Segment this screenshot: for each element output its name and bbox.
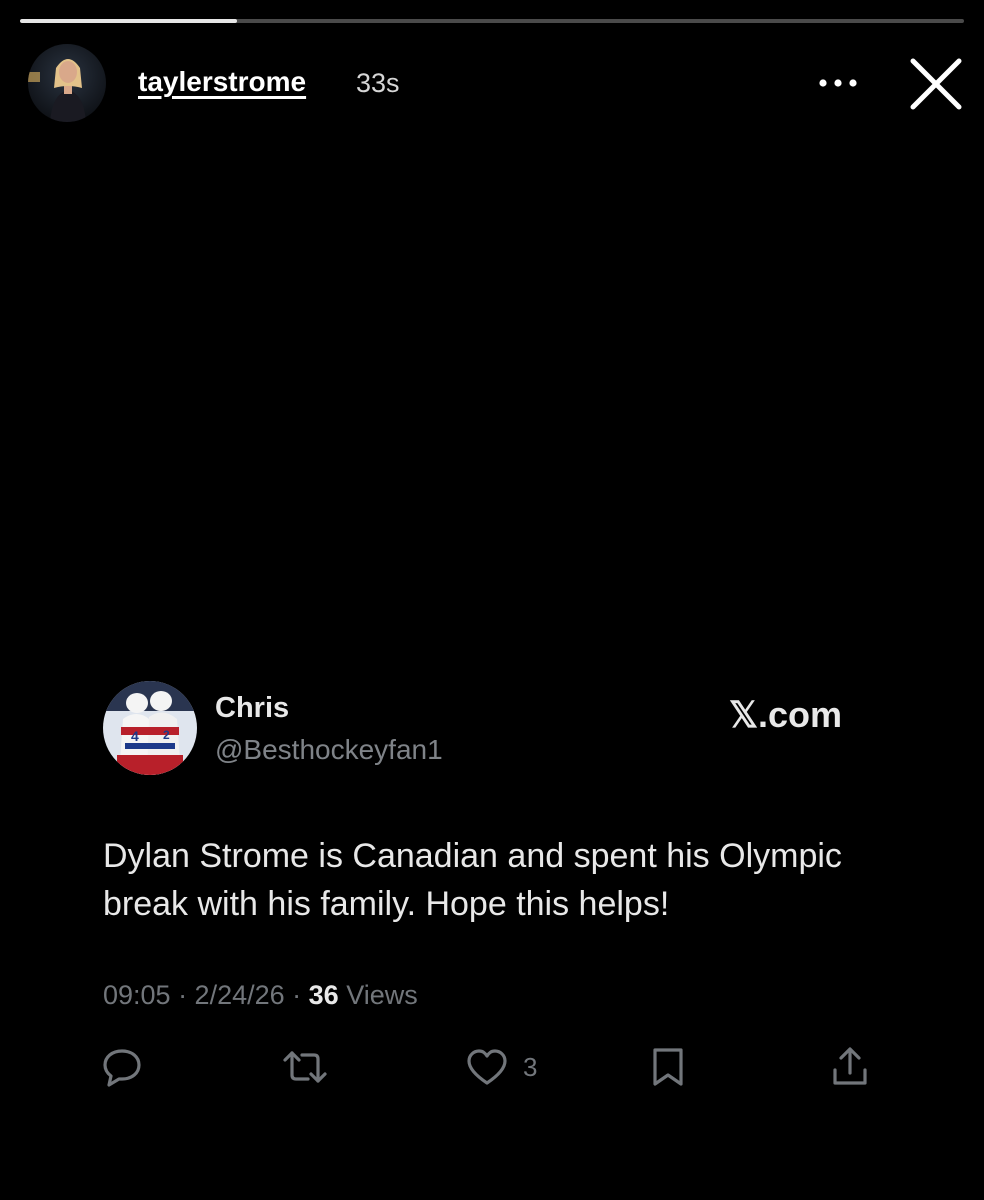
tweet-display-name[interactable]: Chris — [215, 692, 289, 725]
story-avatar[interactable] — [28, 44, 106, 122]
tweet-text: Dylan Strome is Canadian and spent his O… — [103, 837, 842, 923]
close-button[interactable] — [908, 56, 964, 112]
tweet-author-avatar[interactable]: 4 2 — [103, 681, 197, 775]
more-horizontal-icon — [819, 79, 857, 87]
story-username[interactable]: taylerstrome — [138, 66, 306, 98]
x-brand-label: 𝕏.com — [729, 694, 843, 735]
svg-text:2: 2 — [163, 728, 170, 742]
reply-icon — [103, 1049, 141, 1087]
share-icon — [833, 1047, 867, 1085]
bookmark-button[interactable] — [648, 1045, 688, 1089]
share-button[interactable] — [830, 1045, 870, 1089]
story-progress-bar — [20, 19, 964, 23]
repost-button[interactable] — [282, 1045, 328, 1089]
tweet-timestamp: 09:05 · 2/24/26 · — [103, 980, 309, 1010]
bookmark-icon — [653, 1048, 683, 1086]
tweet-handle[interactable]: @Besthockeyfan1 — [215, 734, 443, 766]
tweet-meta: 09:05 · 2/24/26 · 36 Views — [103, 980, 418, 1011]
like-count: 3 — [523, 1052, 538, 1082]
story-timestamp: 33s — [356, 68, 400, 98]
repost-icon — [283, 1051, 327, 1083]
close-icon — [910, 58, 962, 110]
svg-text:4: 4 — [131, 728, 139, 744]
reply-button[interactable] — [101, 1045, 143, 1089]
heart-icon — [467, 1049, 507, 1085]
like-button[interactable]: 3 — [465, 1045, 555, 1089]
story-progress-fill — [20, 19, 238, 23]
tweet-views-label: Views — [338, 980, 418, 1010]
instagram-story: taylerstrome 33s 4 2 Chris @Besthockeyfa… — [0, 0, 984, 1200]
tweet-views-count: 36 — [308, 980, 339, 1010]
more-options-button[interactable] — [816, 70, 860, 96]
